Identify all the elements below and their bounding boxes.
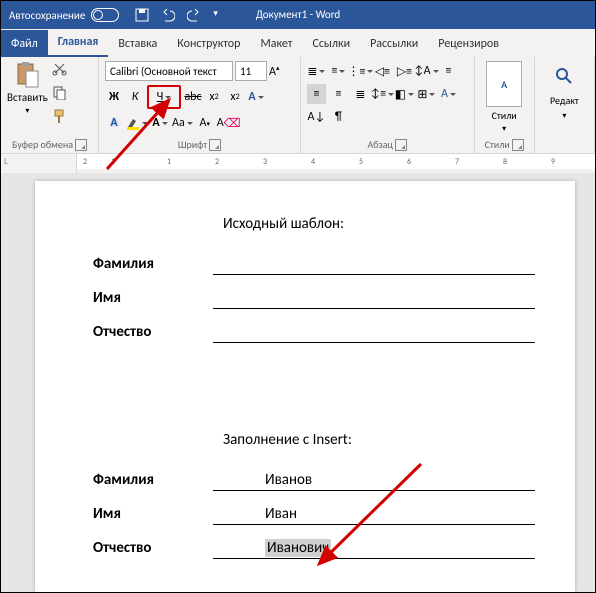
bullets-icon[interactable]: ≣ bbox=[307, 61, 326, 81]
styles-gallery[interactable]: A bbox=[486, 61, 522, 107]
group-font: Calibri (Основной текст 11 A▴ Ж К Ч abc … bbox=[99, 57, 301, 153]
text-effects-button[interactable]: A bbox=[247, 87, 265, 107]
ruler: L 21 123 456 789 bbox=[1, 154, 595, 174]
toggle-off-icon[interactable] bbox=[91, 8, 119, 22]
group-editing: Редакт ▾ bbox=[535, 57, 595, 153]
styles-button[interactable]: Стили bbox=[492, 109, 517, 122]
cut-icon[interactable] bbox=[52, 61, 67, 81]
value-name: Иван bbox=[213, 505, 535, 525]
multilevel-icon[interactable]: ⋮≡ bbox=[351, 61, 370, 81]
section2-title: Заполнение с Insert: bbox=[223, 431, 535, 449]
autosave-label: Автосохранение bbox=[9, 9, 85, 22]
shrink-font-icon[interactable]: A▾ bbox=[196, 113, 214, 133]
text-effects2-button[interactable]: A bbox=[105, 113, 123, 133]
font-color-button[interactable]: A bbox=[151, 113, 169, 133]
undo-icon[interactable] bbox=[161, 8, 175, 22]
italic-button[interactable]: К bbox=[126, 87, 144, 107]
value-surname: Иванов bbox=[213, 471, 535, 491]
line-patronymic1 bbox=[213, 323, 535, 343]
vertical-ruler[interactable] bbox=[1, 173, 29, 592]
clipboard-launcher[interactable] bbox=[75, 139, 87, 151]
quick-access-toolbar: ▾ bbox=[127, 8, 226, 22]
editing-label2: Редакт bbox=[550, 94, 579, 107]
find-icon[interactable] bbox=[555, 67, 573, 90]
selected-text[interactable]: Иванович bbox=[265, 539, 331, 557]
value-patronymic: Иванович bbox=[213, 539, 535, 559]
highlight-button[interactable] bbox=[126, 113, 148, 133]
tab-home[interactable]: Главная bbox=[48, 28, 109, 57]
group-paragraph: ≣ ≡ ⋮≡ ◁≡ ▷≡ ↕A ≡ ≡ ≡ ≣ ↕≡ ◧ ⊞ A A↓ ¶ Аб… bbox=[301, 57, 475, 153]
clear-format-button[interactable]: A⌫ bbox=[217, 113, 241, 133]
save-icon[interactable] bbox=[135, 8, 149, 22]
align-center-icon[interactable]: ≡ bbox=[307, 84, 326, 104]
line-spacing-icon[interactable]: ↕≡ bbox=[373, 84, 392, 104]
label-name2: Имя bbox=[93, 505, 213, 525]
paragraph-launcher[interactable] bbox=[395, 139, 407, 151]
tab-mailings[interactable]: Рассылки bbox=[360, 30, 428, 57]
bold-button[interactable]: Ж bbox=[105, 87, 123, 107]
document-area: Исходный шаблон: Фамилия Имя Отчество За… bbox=[1, 173, 595, 592]
justify-icon[interactable]: ≣ bbox=[351, 84, 370, 104]
label-patronymic1: Отчество bbox=[93, 323, 213, 343]
clipboard-label: Буфер обмена bbox=[12, 138, 73, 151]
tab-file[interactable]: Файл bbox=[1, 30, 48, 57]
label-patronymic2: Отчество bbox=[93, 539, 213, 559]
autosave-toggle[interactable]: Автосохранение bbox=[1, 8, 127, 22]
sort2-icon[interactable]: A↓ bbox=[307, 107, 326, 127]
line-name1 bbox=[213, 289, 535, 309]
font-name-combo[interactable]: Calibri (Основной текст bbox=[105, 61, 233, 81]
editing-group-label bbox=[541, 151, 588, 152]
font-size-combo[interactable]: 11 bbox=[235, 61, 267, 81]
ribbon-tabs: Файл Главная Вставка Конструктор Макет С… bbox=[1, 29, 595, 57]
strike-button[interactable]: abc bbox=[184, 87, 202, 107]
font-label: Шрифт bbox=[178, 138, 207, 151]
title-bar: Автосохранение ▾ Документ1 - Word bbox=[1, 1, 595, 29]
asian-layout-icon[interactable]: A bbox=[439, 84, 458, 104]
label-surname2: Фамилия bbox=[93, 471, 213, 491]
paste-label: Вставить bbox=[7, 91, 48, 104]
align-right-icon[interactable]: ≡ bbox=[329, 84, 348, 104]
section1-title: Исходный шаблон: bbox=[223, 215, 535, 233]
label-surname1: Фамилия bbox=[93, 255, 213, 275]
tab-insert[interactable]: Вставка bbox=[108, 30, 167, 57]
page[interactable]: Исходный шаблон: Фамилия Имя Отчество За… bbox=[35, 181, 575, 592]
show-marks-icon[interactable]: ¶ bbox=[329, 107, 348, 127]
paragraph-label: Абзац bbox=[368, 138, 393, 151]
ribbon: Вставить ▾ Буфер обмена Calibri (Основно… bbox=[1, 57, 595, 154]
horizontal-ruler[interactable]: 21 123 456 789 bbox=[77, 154, 595, 174]
paste-button[interactable]: Вставить ▾ bbox=[7, 61, 48, 129]
font-launcher[interactable] bbox=[209, 139, 221, 151]
paste-icon bbox=[13, 61, 41, 89]
label-name1: Имя bbox=[93, 289, 213, 309]
line-surname1 bbox=[213, 255, 535, 275]
change-case-button[interactable]: Aa bbox=[172, 113, 193, 133]
tab-layout[interactable]: Макет bbox=[250, 30, 302, 57]
copy-icon[interactable] bbox=[52, 85, 67, 105]
superscript-button[interactable]: x2 bbox=[226, 87, 244, 107]
window-title: Документ1 - Word bbox=[256, 1, 340, 29]
decrease-indent-icon[interactable]: ◁≡ bbox=[373, 61, 392, 81]
styles-label: Стили bbox=[485, 138, 510, 151]
shading-icon[interactable]: ◧ bbox=[395, 84, 414, 104]
qat-more-icon[interactable]: ▾ bbox=[213, 8, 218, 22]
ruler-corner: L bbox=[1, 154, 77, 174]
styles-launcher[interactable] bbox=[512, 139, 524, 151]
group-clipboard: Вставить ▾ Буфер обмена bbox=[1, 57, 99, 153]
tab-references[interactable]: Ссылки bbox=[302, 30, 360, 57]
group-styles: A Стили ▾ Стили bbox=[475, 57, 535, 153]
numbering-icon[interactable]: ≡ bbox=[329, 61, 348, 81]
align-left-icon[interactable]: ≡ bbox=[439, 61, 458, 81]
underline-button[interactable]: Ч bbox=[147, 85, 181, 109]
format-painter-icon[interactable] bbox=[52, 109, 67, 129]
subscript-button[interactable]: x2 bbox=[205, 87, 223, 107]
redo-icon[interactable] bbox=[187, 8, 201, 22]
sort-icon[interactable]: ↕A bbox=[417, 61, 436, 81]
borders-icon[interactable]: ⊞ bbox=[417, 84, 436, 104]
tab-review[interactable]: Рецензиров bbox=[428, 30, 509, 57]
tab-design[interactable]: Конструктор bbox=[167, 30, 250, 57]
increase-indent-icon[interactable]: ▷≡ bbox=[395, 61, 414, 81]
grow-font-icon[interactable]: A▴ bbox=[269, 63, 279, 79]
